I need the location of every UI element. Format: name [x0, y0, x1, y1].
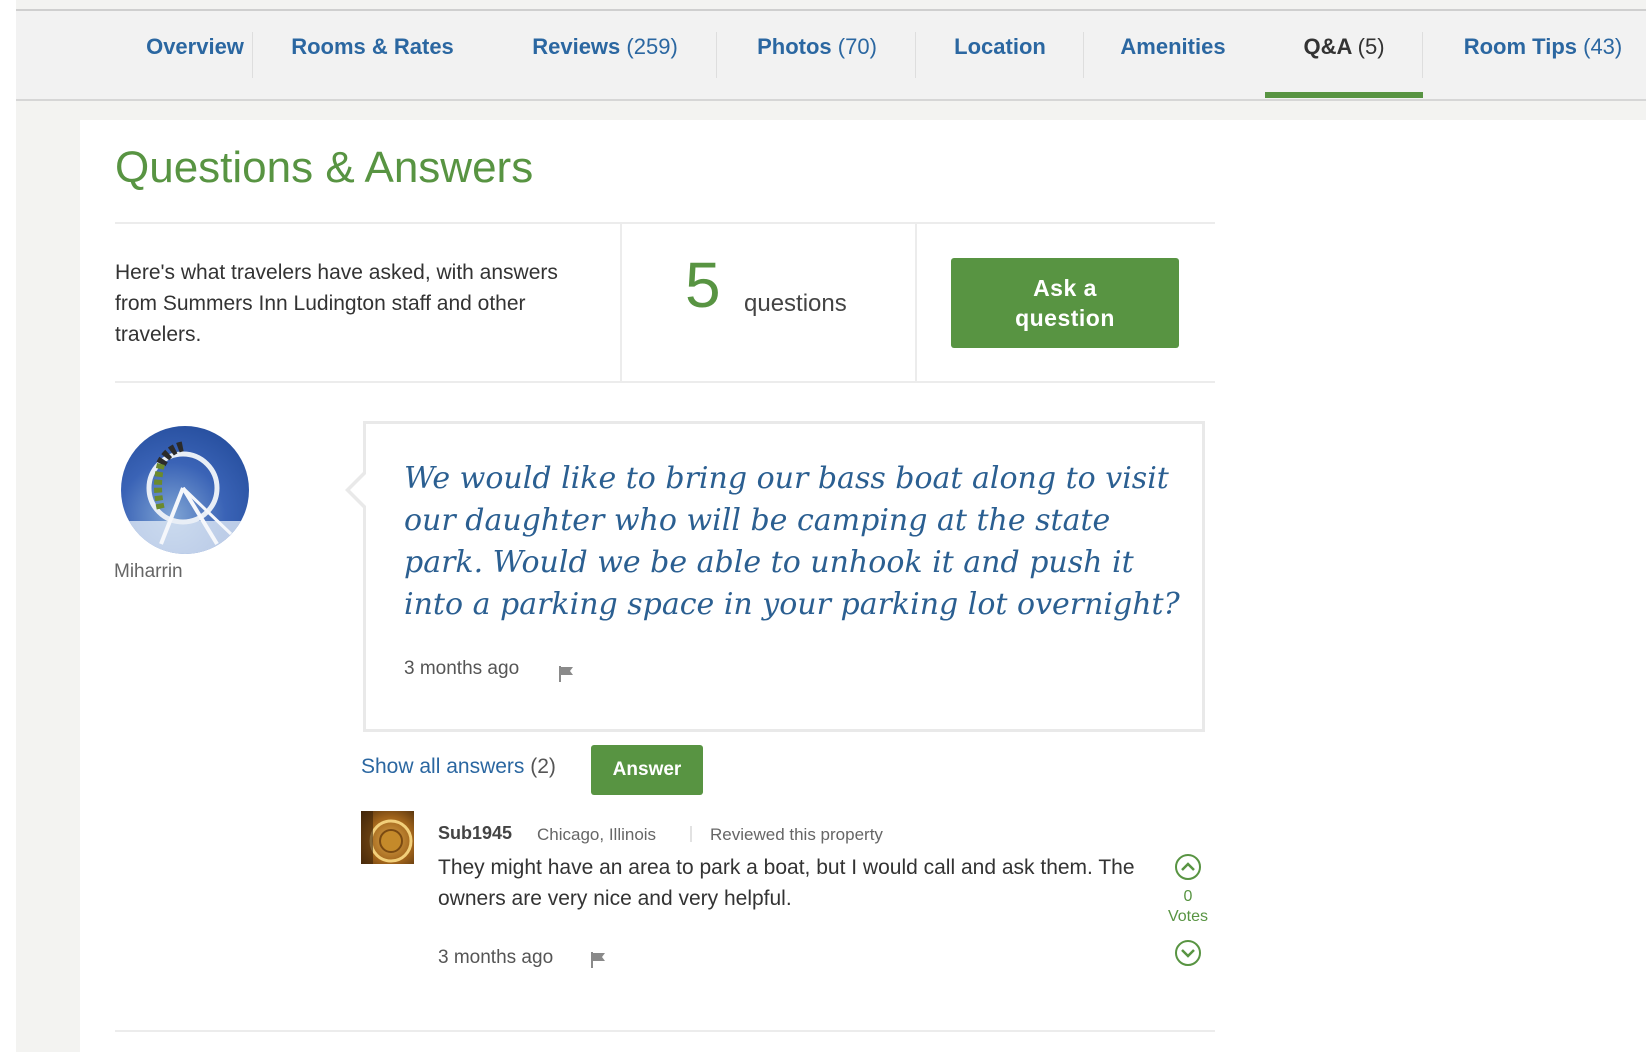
- summary-divider-bottom: [115, 381, 1215, 383]
- section-title: Questions & Answers: [115, 143, 534, 192]
- tab-label: Photos: [757, 34, 832, 59]
- answerer-location: Chicago, Illinois: [537, 825, 657, 844]
- vote-down-icon[interactable]: [1174, 939, 1202, 967]
- answer-button[interactable]: Answer: [591, 745, 703, 795]
- reviewed-badge: Reviewed this property: [710, 825, 883, 844]
- tab-count: (5): [1357, 34, 1385, 59]
- summary-separator: [620, 224, 622, 381]
- tab-count: (70): [837, 34, 877, 59]
- ask-question-button[interactable]: Ask a question: [951, 258, 1179, 348]
- show-answers-label: Show all answers: [361, 755, 525, 778]
- question-count: 5: [685, 249, 721, 321]
- flag-icon[interactable]: [589, 951, 607, 969]
- ask-question-label: Ask a question: [1015, 275, 1115, 331]
- vote-label: Votes: [1167, 908, 1209, 925]
- answerer-avatar-image: [361, 811, 413, 864]
- flag-icon[interactable]: [557, 665, 575, 683]
- tab-overview[interactable]: Overview: [115, 27, 275, 67]
- answer-text: They might have an area to park a boat, …: [438, 856, 1135, 910]
- meta-separator: [690, 826, 692, 842]
- tab-location[interactable]: Location: [950, 27, 1050, 67]
- summary-separator: [915, 224, 917, 381]
- answerer-avatar[interactable]: [361, 811, 414, 864]
- question-timestamp: 3 months ago: [404, 658, 520, 679]
- tab-label: Reviews: [532, 34, 621, 59]
- tab-label: Room Tips: [1463, 34, 1577, 59]
- tab-separator: [1083, 32, 1084, 78]
- answer-timestamp: 3 months ago: [438, 947, 554, 968]
- bottom-divider: [115, 1030, 1215, 1032]
- answerer-username[interactable]: Sub1945: [438, 823, 512, 844]
- vote-number: 0: [1183, 888, 1193, 905]
- tab-count: (43): [1583, 34, 1623, 59]
- show-answers-count: (2): [530, 755, 556, 778]
- ferris-wheel-image: [121, 441, 249, 554]
- bubble-pointer-inner: [350, 473, 367, 507]
- tab-label: Location: [954, 34, 1046, 59]
- tab-label: Q&A: [1303, 34, 1352, 59]
- question-count-label: questions: [744, 290, 847, 317]
- tab-photos[interactable]: Photos (70): [752, 27, 882, 67]
- tab-label: Amenities: [1120, 34, 1226, 59]
- question-author[interactable]: Miharrin: [114, 561, 183, 583]
- show-all-answers-link[interactable]: Show all answers (2): [361, 755, 556, 779]
- tab-separator: [915, 32, 916, 78]
- tab-room-tips[interactable]: Room Tips (43): [1458, 27, 1628, 67]
- tab-label: Overview: [146, 34, 244, 59]
- tab-count: (259): [626, 34, 678, 59]
- summary-intro: Here's what travelers have asked, with a…: [115, 261, 558, 346]
- tab-reviews[interactable]: Reviews (259): [526, 27, 684, 67]
- tab-separator: [1422, 32, 1423, 78]
- tab-amenities[interactable]: Amenities: [1117, 27, 1229, 67]
- active-tab-indicator: [1265, 92, 1423, 98]
- tab-separator: [252, 32, 253, 78]
- tab-separator: [716, 32, 717, 78]
- vote-up-icon[interactable]: [1174, 853, 1202, 881]
- summary-divider-top: [115, 222, 1215, 224]
- question-text: We would like to bring our bass boat alo…: [404, 461, 1180, 622]
- user-avatar[interactable]: [121, 426, 249, 554]
- vote-count: 0 Votes: [1160, 887, 1216, 927]
- tab-qa[interactable]: Q&A (5): [1265, 27, 1423, 67]
- tab-rooms-rates[interactable]: Rooms & Rates: [290, 27, 455, 67]
- tab-label: Rooms & Rates: [291, 34, 454, 59]
